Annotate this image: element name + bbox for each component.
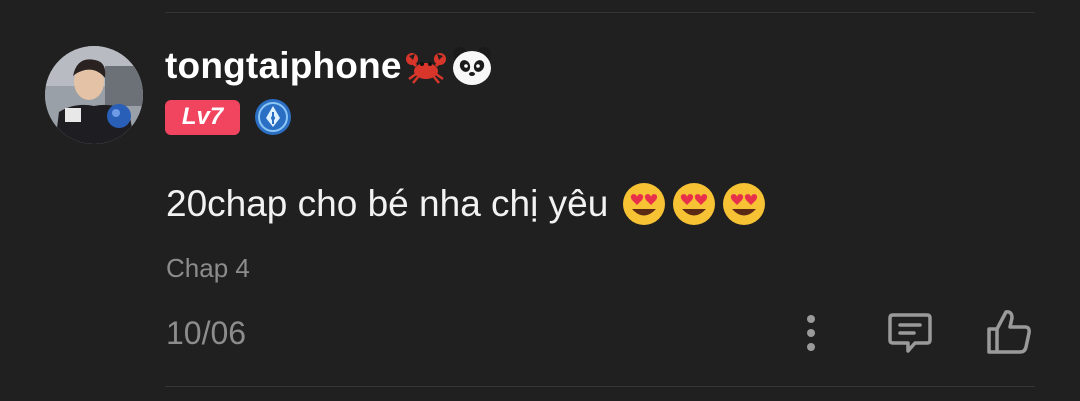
comment-date: 10/06 xyxy=(166,315,247,351)
heart-eyes-emoji-icon xyxy=(720,180,768,228)
like-button[interactable] xyxy=(984,307,1034,357)
bottom-divider xyxy=(165,386,1035,387)
comment-icon xyxy=(888,313,932,353)
username-row: tongtaiphone xyxy=(165,40,494,92)
heart-eyes-emoji-icon xyxy=(670,180,718,228)
crab-icon xyxy=(404,44,448,88)
pen-nib-rank-icon xyxy=(254,98,292,136)
reply-button[interactable] xyxy=(886,310,934,356)
top-divider xyxy=(165,12,1035,13)
username[interactable]: tongtaiphone xyxy=(165,45,402,87)
thumbs-up-icon xyxy=(987,310,1031,354)
heart-eyes-emoji-icon xyxy=(620,180,668,228)
comment-text: 20chap cho bé nha chị yêu xyxy=(166,183,609,224)
panda-icon xyxy=(450,44,494,88)
more-options-button[interactable] xyxy=(796,311,826,355)
chapter-link[interactable]: Chap 4 xyxy=(166,253,250,284)
comment-item: tongtaiphone Lv7 20chap cho bé nha chị y… xyxy=(0,0,1080,401)
emoji-group xyxy=(620,180,770,228)
avatar[interactable] xyxy=(45,46,143,144)
more-vertical-icon xyxy=(807,315,815,351)
comment-text-row: 20chap cho bé nha chị yêu xyxy=(166,178,770,230)
user-badges: Lv7 xyxy=(165,98,292,136)
level-badge: Lv7 xyxy=(165,99,240,135)
